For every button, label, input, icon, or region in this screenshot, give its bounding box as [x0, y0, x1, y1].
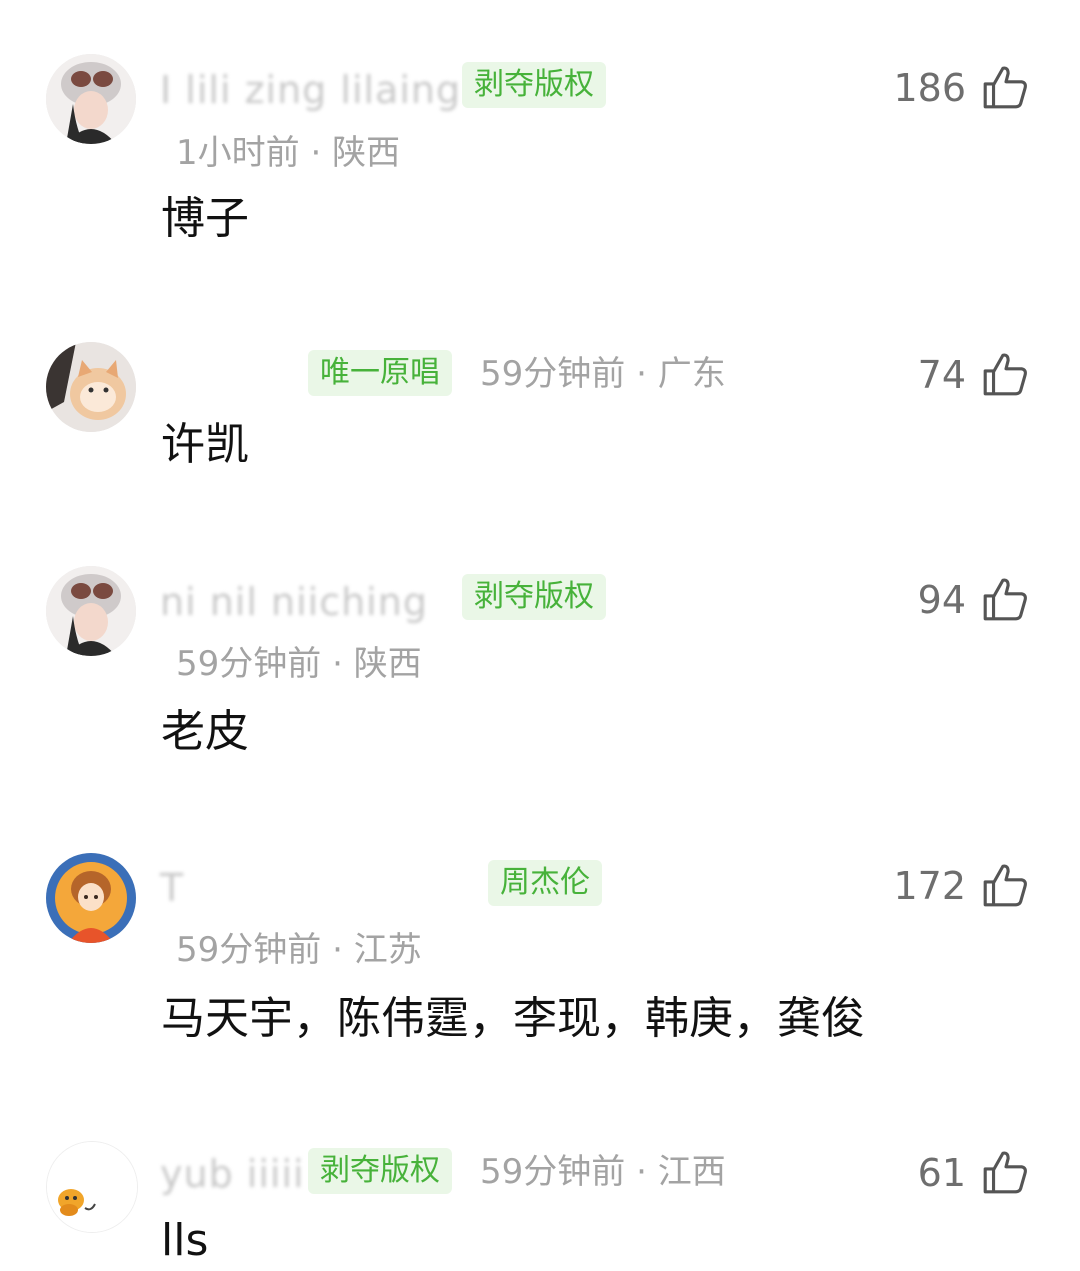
- username[interactable]: I lili zing lilaing: [160, 68, 461, 112]
- like-count: 61: [917, 1151, 966, 1195]
- separator: ·: [332, 930, 343, 970]
- like-count: 186: [893, 66, 966, 110]
- thumbs-up-icon[interactable]: [980, 860, 1030, 910]
- comment-content: 老皮: [161, 706, 249, 757]
- comment-time: 59分钟前: [480, 354, 626, 394]
- comment-time: 1小时前: [176, 133, 300, 173]
- comment-time: 59分钟前: [176, 930, 322, 970]
- avatar[interactable]: [46, 54, 136, 144]
- like-count: 94: [917, 578, 966, 622]
- separator: ·: [636, 354, 647, 394]
- comment-content: 马天宇，陈伟霆，李现，韩庚，龚俊: [161, 993, 865, 1044]
- like-count: 172: [893, 864, 966, 908]
- comment-content: lls: [161, 1215, 209, 1266]
- comment-content: 许凯: [161, 419, 249, 470]
- comment-meta: 59分钟前 · 江苏: [176, 928, 422, 972]
- thumbs-up-icon[interactable]: [980, 1147, 1030, 1197]
- username[interactable]: yub iiiii: [160, 1152, 305, 1196]
- orange-cat-avatar-icon: [46, 342, 136, 432]
- comment-time: 59分钟前: [480, 1152, 626, 1192]
- username[interactable]: T: [160, 866, 184, 910]
- comment-time: 59分钟前: [176, 644, 322, 684]
- avatar[interactable]: [46, 342, 136, 432]
- comment-meta: 1小时前 · 陕西: [176, 131, 400, 175]
- comment-location: 广东: [657, 354, 726, 394]
- badge: 唯一原唱: [308, 350, 452, 396]
- helmet-girl-avatar-icon: [46, 54, 136, 144]
- separator: ·: [310, 133, 322, 173]
- badge: 剥夺版权: [462, 574, 606, 620]
- badge: 剥夺版权: [462, 62, 606, 108]
- badge: 剥夺版权: [308, 1148, 452, 1194]
- avatar[interactable]: [46, 853, 136, 943]
- avatar[interactable]: [46, 566, 136, 656]
- thumbs-up-icon[interactable]: [980, 574, 1030, 624]
- comment-location: 陕西: [332, 133, 401, 173]
- thumbs-up-icon[interactable]: [980, 349, 1030, 399]
- anime-girl-avatar-icon: [46, 853, 136, 943]
- separator: ·: [636, 1152, 647, 1192]
- comment-meta: 59分钟前 · 陕西: [176, 642, 422, 686]
- like-count: 74: [917, 353, 966, 397]
- username[interactable]: ni nil niiching: [160, 580, 428, 624]
- thumbs-up-icon[interactable]: [980, 62, 1030, 112]
- cartoon-dog-avatar-icon: [47, 1142, 137, 1232]
- helmet-girl-avatar-icon: [46, 566, 136, 656]
- comment-meta: 59分钟前 · 江西: [480, 1150, 726, 1194]
- comment-location: 陕西: [353, 644, 422, 684]
- comment-content: 博子: [161, 193, 249, 244]
- comment-location: 江苏: [353, 930, 422, 970]
- comment-location: 江西: [657, 1152, 726, 1192]
- avatar[interactable]: [46, 1141, 138, 1233]
- badge: 周杰伦: [488, 860, 602, 906]
- separator: ·: [332, 644, 343, 684]
- comment-meta: 59分钟前 · 广东: [480, 352, 726, 396]
